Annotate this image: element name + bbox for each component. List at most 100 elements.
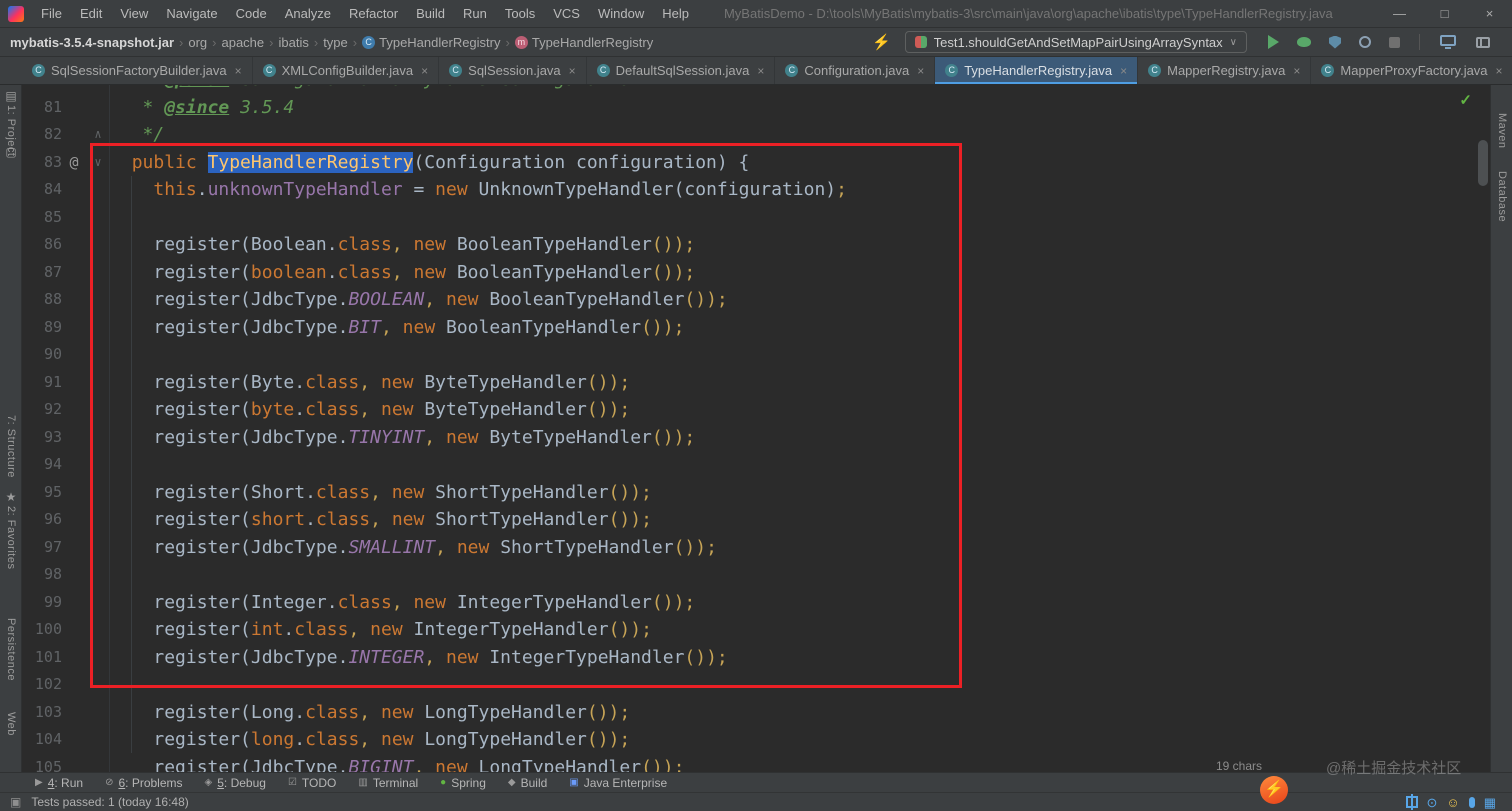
tab-close-icon[interactable]: × [757,64,764,78]
tab-configuration-java[interactable]: C Configuration.java × [775,57,936,84]
code-line[interactable]: 86 register(Boolean.class, new BooleanTy… [22,231,1476,259]
tool-windows-icon[interactable] [1440,34,1456,49]
coverage-button[interactable] [1329,35,1341,49]
tool-window-button-todo[interactable]: ☑ TODO [277,773,347,792]
tab-close-icon[interactable]: × [235,64,242,78]
menu-build[interactable]: Build [407,0,454,27]
code-line[interactable]: 89 register(JdbcType.BIT, new BooleanTyp… [22,314,1476,342]
tab-typehandlerregistry-java[interactable]: C TypeHandlerRegistry.java × [935,57,1139,84]
fold-marker-icon[interactable]: ∧ [86,121,110,149]
menu-run[interactable]: Run [454,0,496,27]
minimize-button[interactable]: — [1377,0,1422,27]
tool-stripe-persistence[interactable]: Persistence [5,618,17,681]
code-line[interactable]: 82 ∧ */ [22,121,1476,149]
menu-edit[interactable]: Edit [71,0,111,27]
input-method-icon[interactable] [1405,796,1418,808]
tool-window-button-4-run[interactable]: ▶ 4: Run [24,773,94,792]
code-line[interactable]: 85 [22,204,1476,232]
menu-navigate[interactable]: Navigate [157,0,226,27]
breadcrumb-item-type[interactable]: type [323,35,348,50]
tab-close-icon[interactable]: × [569,64,576,78]
menu-view[interactable]: View [111,0,157,27]
code-line[interactable]: 81 * @since 3.5.4 [22,94,1476,122]
tool-stripe-database[interactable]: Database [1496,171,1508,222]
layout-icon[interactable] [1476,36,1490,48]
code-line[interactable]: 88 register(JdbcType.BOOLEAN, new Boolea… [22,286,1476,314]
code-line[interactable]: 95 register(Short.class, new ShortTypeHa… [22,479,1476,507]
code-line[interactable]: 91 register(Byte.class, new ByteTypeHand… [22,369,1476,397]
run-button[interactable] [1268,35,1279,49]
keyboard-icon[interactable]: ▦ [1484,796,1496,809]
profiler-button[interactable] [1359,36,1371,48]
tool-window-button-terminal[interactable]: ▥ Terminal [347,773,429,792]
scrollbar[interactable] [1476,85,1490,772]
tab-close-icon[interactable]: × [421,64,428,78]
menu-file[interactable]: File [32,0,71,27]
fold-marker-icon[interactable]: ∨ [86,149,110,177]
code-line[interactable]: 94 [22,451,1476,479]
run-configuration-select[interactable]: Test1.shouldGetAndSetMapPairUsingArraySy… [904,31,1247,53]
tool-window-button-spring[interactable]: ● Spring [429,773,497,792]
tool-stripe-maven[interactable]: Maven [1496,113,1508,149]
code-line[interactable]: 103 register(Long.class, new LongTypeHan… [22,699,1476,727]
code-line[interactable]: 93 register(JdbcType.TINYINT, new ByteTy… [22,424,1476,452]
code-line[interactable]: 80 * @param configuration a MyBatis conf… [22,85,1476,94]
stop-button[interactable] [1389,36,1400,48]
tab-close-icon[interactable]: × [1496,64,1503,78]
tab-mapperregistry-java[interactable]: C MapperRegistry.java × [1138,57,1312,84]
code-line[interactable]: 98 [22,561,1476,589]
tool-window-button-6-problems[interactable]: ⊘ 6: Problems [94,773,193,792]
tool-stripe-2-favorites[interactable]: 2: Favorites [5,506,17,569]
punctuation-icon[interactable]: ⊙ [1427,796,1438,809]
emoji-icon[interactable]: ☺ [1446,796,1459,809]
breadcrumb-item-apache[interactable]: apache [221,35,264,50]
code-line[interactable]: 90 [22,341,1476,369]
tab-close-icon[interactable]: × [917,64,924,78]
tab-xmlconfigbuilder-java[interactable]: C XMLConfigBuilder.java × [253,57,440,84]
code-line[interactable]: 92 register(byte.class, new ByteTypeHand… [22,396,1476,424]
code-line[interactable]: 96 register(short.class, new ShortTypeHa… [22,506,1476,534]
microphone-icon[interactable] [1468,796,1475,808]
code-line[interactable]: 102 [22,671,1476,699]
breadcrumb-item-ibatis[interactable]: ibatis [278,35,308,50]
scrollbar-thumb[interactable] [1478,140,1488,186]
breadcrumb-item-mybatis-3-5-4-snapshot-jar[interactable]: mybatis-3.5.4-snapshot.jar [10,35,174,50]
code-line[interactable]: 101 register(JdbcType.INTEGER, new Integ… [22,644,1476,672]
menu-window[interactable]: Window [589,0,653,27]
tab-close-icon[interactable]: × [1120,64,1127,78]
code-line[interactable]: 104 register(long.class, new LongTypeHan… [22,726,1476,754]
menu-tools[interactable]: Tools [496,0,544,27]
tab-close-icon[interactable]: × [1293,64,1300,78]
code-line[interactable]: 87 register(boolean.class, new BooleanTy… [22,259,1476,287]
maximize-button[interactable]: □ [1422,0,1467,27]
breadcrumb-item-typehandlerregistry[interactable]: C TypeHandlerRegistry [362,35,501,50]
menu-vcs[interactable]: VCS [544,0,589,27]
code-editor[interactable]: 80 * @param configuration a MyBatis conf… [22,85,1490,772]
tool-stripe-web[interactable]: Web [5,712,17,736]
code-line[interactable]: 97 register(JdbcType.SMALLINT, new Short… [22,534,1476,562]
close-button[interactable]: × [1467,0,1512,27]
tab-mapperproxyfactory-java[interactable]: C MapperProxyFactory.java × [1311,57,1512,84]
inspection-status-icon[interactable]: ✓ [1459,91,1472,109]
menu-code[interactable]: Code [227,0,276,27]
menu-refactor[interactable]: Refactor [340,0,407,27]
tool-window-button-build[interactable]: ◆ Build [497,773,558,792]
code-line[interactable]: 84 this.unknownTypeHandler = new Unknown… [22,176,1476,204]
build-icon[interactable]: ⚡ [872,33,891,51]
tool-window-switcher-icon[interactable]: ▣ [10,795,21,809]
debug-button[interactable] [1297,37,1311,47]
tool-window-button-5-debug[interactable]: ◈ 5: Debug [194,773,277,792]
menu-help[interactable]: Help [653,0,698,27]
breadcrumb-item-org[interactable]: org [188,35,207,50]
tool-window-button-java-enterprise[interactable]: ▣ Java Enterprise [558,773,678,792]
code-line[interactable]: 99 register(Integer.class, new IntegerTy… [22,589,1476,617]
tool-icon[interactable]: ▢ [0,145,22,159]
breadcrumb-item-typehandlerregistry[interactable]: m TypeHandlerRegistry [514,35,653,50]
tool-stripe-7-structure[interactable]: 7: Structure [5,415,17,478]
tab-defaultsqlsession-java[interactable]: C DefaultSqlSession.java × [587,57,776,84]
menu-analyze[interactable]: Analyze [276,0,340,27]
tab-sqlsession-java[interactable]: C SqlSession.java × [439,57,587,84]
code-line[interactable]: 83 @ ∨ public TypeHandlerRegistry(Configur… [22,149,1476,177]
tab-sqlsessionfactorybuilder-java[interactable]: C SqlSessionFactoryBuilder.java × [22,57,253,84]
code-line[interactable]: 100 register(int.class, new IntegerTypeH… [22,616,1476,644]
